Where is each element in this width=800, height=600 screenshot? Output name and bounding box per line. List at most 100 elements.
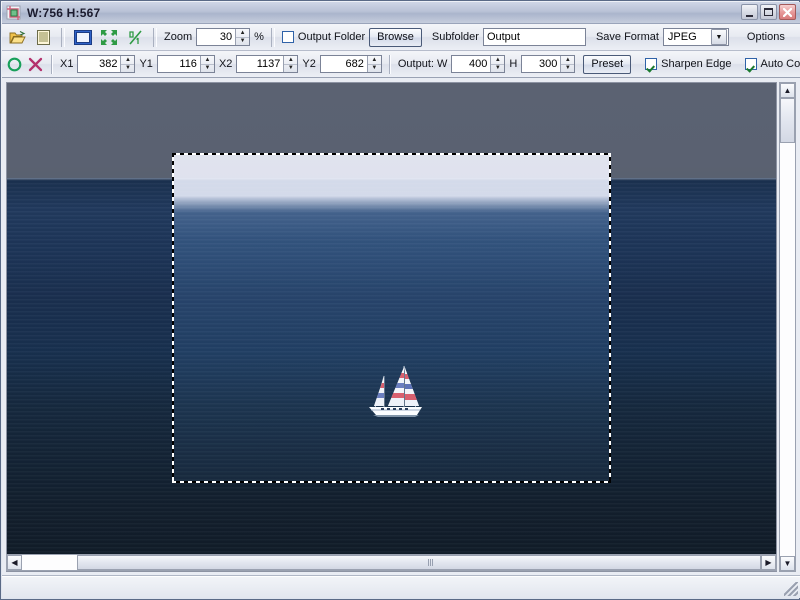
status-text — [2, 577, 14, 598]
x1-input — [78, 56, 120, 72]
vertical-scroll-track[interactable] — [780, 98, 795, 556]
toolbar-separator — [271, 28, 275, 47]
image-viewport: ▲ ▼ ◀ ▶ — [2, 78, 800, 576]
zoom-label: Zoom — [164, 31, 192, 43]
x1-label: X1 — [60, 58, 73, 70]
toolbar-primary: Zoom ▲ ▼ % Output Folder Browse Subfolde… — [2, 24, 800, 51]
output-height-input — [522, 56, 560, 72]
spinner-down-icon[interactable]: ▼ — [368, 65, 381, 73]
spinner-up-icon[interactable]: ▲ — [561, 56, 574, 65]
options-button[interactable]: Options — [741, 31, 791, 43]
window-resize-grip[interactable] — [784, 582, 798, 596]
save-format-select[interactable]: JPEG ▼ — [663, 28, 729, 46]
x2-stepper[interactable]: ▲ ▼ — [236, 55, 298, 73]
spinner-up-icon[interactable]: ▲ — [368, 56, 381, 65]
title-bar: W:756 H:567 — [2, 2, 800, 24]
application-window: W:756 H:567 — [0, 0, 800, 600]
scroll-down-button[interactable]: ▼ — [780, 556, 795, 571]
toolbar-separator — [389, 55, 391, 74]
output-width-spinner-arrows[interactable]: ▲ ▼ — [490, 56, 504, 72]
zoom-percent-label: % — [254, 31, 264, 43]
sharpen-edge-checkbox-box[interactable] — [645, 58, 657, 70]
output-folder-checkbox-box[interactable] — [282, 31, 294, 43]
y2-stepper[interactable]: ▲ ▼ — [320, 55, 382, 73]
spinner-down-icon[interactable]: ▼ — [201, 65, 214, 73]
sharpen-edge-label: Sharpen Edge — [661, 58, 731, 70]
y1-label: Y1 — [139, 58, 152, 70]
save-format-label: Save Format — [596, 31, 659, 43]
x2-label: X2 — [219, 58, 232, 70]
auto-correction-checkbox-box[interactable] — [745, 58, 757, 70]
spinner-up-icon[interactable]: ▲ — [201, 56, 214, 65]
file-list-icon[interactable] — [32, 27, 54, 48]
horizontal-scroll-thumb[interactable] — [77, 555, 761, 570]
zoom-input — [197, 29, 235, 45]
vertical-scroll-thumb[interactable] — [780, 98, 795, 143]
close-icon — [783, 8, 792, 17]
spinner-down-icon[interactable]: ▼ — [561, 65, 574, 73]
x2-input — [237, 56, 283, 72]
y2-spinner-arrows[interactable]: ▲ ▼ — [367, 56, 381, 72]
x1-spinner-arrows[interactable]: ▲ ▼ — [120, 56, 134, 72]
spinner-up-icon[interactable]: ▲ — [284, 56, 297, 65]
window-controls — [741, 4, 796, 20]
open-folder-icon[interactable] — [6, 27, 28, 48]
chevron-down-icon[interactable]: ▼ — [711, 29, 727, 45]
apply-circle-icon[interactable] — [6, 54, 23, 75]
chevron-up-icon: ▲ — [784, 86, 792, 95]
y1-input — [158, 56, 200, 72]
cancel-x-icon[interactable] — [27, 54, 44, 75]
crop-selection[interactable] — [172, 153, 611, 483]
x2-spinner-arrows[interactable]: ▲ ▼ — [283, 56, 297, 72]
spinner-down-icon[interactable]: ▼ — [284, 65, 297, 73]
spinner-down-icon[interactable]: ▼ — [491, 65, 504, 73]
vertical-scrollbar[interactable]: ▲ ▼ — [779, 82, 796, 572]
y1-spinner-arrows[interactable]: ▲ ▼ — [200, 56, 214, 72]
output-size-label: Output: W — [398, 58, 448, 70]
spinner-up-icon[interactable]: ▲ — [121, 56, 134, 65]
spinner-up-icon[interactable]: ▲ — [236, 29, 249, 38]
output-width-input — [452, 56, 490, 72]
fit-to-window-icon[interactable] — [98, 27, 120, 48]
y2-label: Y2 — [302, 58, 315, 70]
output-folder-checkbox[interactable]: Output Folder — [282, 31, 365, 43]
spinner-down-icon[interactable]: ▼ — [236, 38, 249, 46]
save-format-value: JPEG — [664, 31, 703, 43]
maximize-button[interactable] — [760, 4, 777, 20]
scroll-right-button[interactable]: ▶ — [761, 555, 776, 570]
zoom-stepper[interactable]: ▲ ▼ — [196, 28, 250, 46]
chevron-down-icon: ▼ — [784, 559, 792, 568]
close-button[interactable] — [779, 4, 796, 20]
toolbar-coordinates: X1 ▲ ▼ Y1 ▲ ▼ X2 ▲ ▼ Y2 — [2, 51, 800, 78]
sharpen-edge-checkbox[interactable]: Sharpen Edge — [645, 58, 731, 70]
chevron-left-icon: ◀ — [11, 558, 17, 567]
zoom-spinner-arrows[interactable]: ▲ ▼ — [235, 29, 249, 45]
image-canvas[interactable] — [6, 82, 777, 572]
spinner-down-icon[interactable]: ▼ — [121, 65, 134, 73]
preset-button[interactable]: Preset — [583, 55, 631, 74]
output-height-spinner-arrows[interactable]: ▲ ▼ — [560, 56, 574, 72]
y1-stepper[interactable]: ▲ ▼ — [157, 55, 215, 73]
subfolder-field[interactable] — [483, 28, 586, 46]
horizontal-scrollbar[interactable]: ◀ ▶ — [6, 554, 777, 571]
output-width-stepper[interactable]: ▲ ▼ — [451, 55, 505, 73]
scroll-up-button[interactable]: ▲ — [780, 83, 795, 98]
sailboat-photo — [7, 83, 776, 571]
selection-rect-icon[interactable] — [72, 27, 94, 48]
horizontal-scroll-track[interactable] — [22, 555, 761, 570]
chevron-right-icon: ▶ — [765, 558, 771, 567]
toolbar-separator — [61, 28, 65, 47]
selection-marching-ants — [172, 153, 611, 483]
auto-correction-label: Auto Correction — [761, 58, 800, 70]
scroll-left-button[interactable]: ◀ — [7, 555, 22, 570]
browse-button[interactable]: Browse — [369, 28, 422, 47]
output-height-stepper[interactable]: ▲ ▼ — [521, 55, 575, 73]
scroll-thumb-grip — [428, 559, 434, 566]
x1-stepper[interactable]: ▲ ▼ — [77, 55, 135, 73]
actual-size-icon[interactable] — [124, 27, 146, 48]
sailboat-icon — [359, 358, 427, 426]
subfolder-input[interactable] — [484, 29, 585, 45]
spinner-up-icon[interactable]: ▲ — [491, 56, 504, 65]
minimize-button[interactable] — [741, 4, 758, 20]
auto-correction-checkbox[interactable]: Auto Correction — [745, 58, 800, 70]
